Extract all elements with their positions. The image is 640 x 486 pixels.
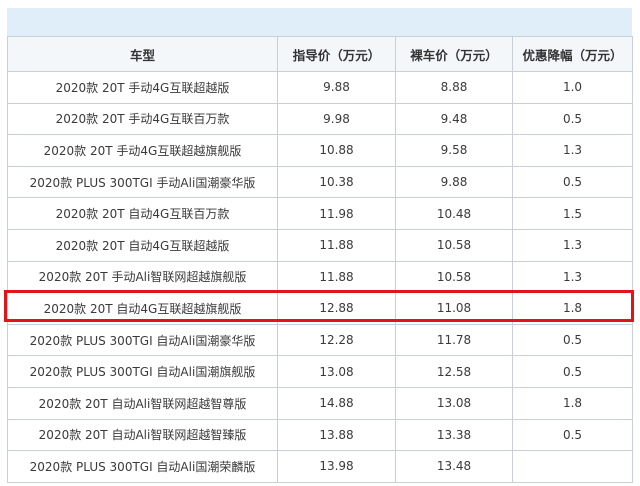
table-header-row: 车型 指导价（万元） 裸车价（万元） 优惠降幅（万元） — [7, 36, 633, 72]
cell-model: 2020款 PLUS 300TGI 自动Ali国潮豪华版 — [7, 323, 278, 357]
cell-guide-price: 11.88 — [277, 260, 396, 294]
table-row: 2020款 PLUS 300TGI 自动Ali国潮荣麟版 13.98 13.48 — [7, 450, 633, 483]
table-row: 2020款 20T 手动Ali智联网超越旗舰版 11.88 10.58 1.3 — [7, 260, 633, 294]
cell-guide-price: 11.98 — [277, 197, 396, 230]
cell-model: 2020款 20T 自动4G互联百万款 — [7, 197, 278, 230]
table-row: 2020款 PLUS 300TGI 自动Ali国潮旗舰版 13.08 12.58… — [7, 355, 633, 388]
cell-bare-price: 13.08 — [395, 386, 513, 420]
cell-bare-price: 9.58 — [395, 134, 513, 167]
cell-bare-price: 11.78 — [395, 323, 513, 357]
price-table-container: 车型 指导价（万元） 裸车价（万元） 优惠降幅（万元） 2020款 20T 手动… — [0, 0, 640, 486]
table-row-highlighted: 2020款 20T 自动4G互联超越旗舰版 12.88 11.08 1.8 — [7, 292, 633, 325]
cell-bare-price: 10.48 — [395, 197, 513, 230]
cell-model: 2020款 20T 自动Ali智联网超越智臻版 — [7, 418, 278, 452]
cell-guide-price: 12.88 — [277, 292, 396, 325]
cell-model: 2020款 20T 自动4G互联超越旗舰版 — [7, 292, 278, 325]
cell-guide-price: 12.28 — [277, 323, 396, 357]
cell-model: 2020款 20T 手动4G互联百万款 — [7, 102, 278, 136]
table-row: 2020款 PLUS 300TGI 自动Ali国潮豪华版 12.28 11.78… — [7, 323, 633, 357]
header-guide-price: 指导价（万元） — [277, 36, 396, 72]
table-row: 2020款 20T 自动Ali智联网超越智尊版 14.88 13.08 1.8 — [7, 386, 633, 420]
cell-bare-price: 10.58 — [395, 228, 513, 262]
cell-bare-price: 8.88 — [395, 71, 513, 104]
cell-model: 2020款 PLUS 300TGI 自动Ali国潮荣麟版 — [7, 450, 278, 483]
cell-guide-price: 9.88 — [277, 71, 396, 104]
cell-discount: 0.5 — [512, 102, 633, 136]
header-model: 车型 — [7, 36, 278, 72]
cell-discount: 0.5 — [512, 355, 633, 388]
cell-guide-price: 9.98 — [277, 102, 396, 136]
cell-guide-price: 10.88 — [277, 134, 396, 167]
cell-bare-price: 13.48 — [395, 450, 513, 483]
cell-guide-price: 10.38 — [277, 165, 396, 199]
cell-guide-price: 13.08 — [277, 355, 396, 388]
cell-discount: 0.5 — [512, 323, 633, 357]
table-row: 2020款 20T 自动4G互联百万款 11.98 10.48 1.5 — [7, 197, 633, 230]
cell-discount: 0.5 — [512, 418, 633, 452]
cell-discount: 1.3 — [512, 260, 633, 294]
table-row: 2020款 20T 手动4G互联超越版 9.88 8.88 1.0 — [7, 71, 633, 104]
cell-model: 2020款 20T 自动4G互联超越版 — [7, 228, 278, 262]
table-row: 2020款 20T 自动Ali智联网超越智臻版 13.88 13.38 0.5 — [7, 418, 633, 452]
cell-discount: 1.5 — [512, 197, 633, 230]
cell-bare-price: 13.38 — [395, 418, 513, 452]
cell-bare-price: 10.58 — [395, 260, 513, 294]
cell-guide-price: 11.88 — [277, 228, 396, 262]
table-row: 2020款 20T 手动4G互联超越旗舰版 10.88 9.58 1.3 — [7, 134, 633, 167]
header-bare-price: 裸车价（万元） — [395, 36, 513, 72]
cell-model: 2020款 PLUS 300TGI 手动Ali国潮豪华版 — [7, 165, 278, 199]
cell-discount: 1.3 — [512, 228, 633, 262]
cell-guide-price: 14.88 — [277, 386, 396, 420]
cell-discount — [512, 450, 633, 483]
cell-discount: 1.8 — [512, 292, 633, 325]
table-row: 2020款 20T 手动4G互联百万款 9.98 9.48 0.5 — [7, 102, 633, 136]
cell-model: 2020款 PLUS 300TGI 自动Ali国潮旗舰版 — [7, 355, 278, 388]
cell-discount: 1.3 — [512, 134, 633, 167]
table-top-band — [7, 8, 632, 36]
cell-discount: 1.0 — [512, 71, 633, 104]
cell-model: 2020款 20T 手动4G互联超越旗舰版 — [7, 134, 278, 167]
cell-bare-price: 9.88 — [395, 165, 513, 199]
cell-model: 2020款 20T 手动4G互联超越版 — [7, 71, 278, 104]
cell-bare-price: 9.48 — [395, 102, 513, 136]
cell-bare-price: 11.08 — [395, 292, 513, 325]
cell-model: 2020款 20T 手动Ali智联网超越旗舰版 — [7, 260, 278, 294]
cell-discount: 1.8 — [512, 386, 633, 420]
table-row: 2020款 20T 自动4G互联超越版 11.88 10.58 1.3 — [7, 228, 633, 262]
price-table: 车型 指导价（万元） 裸车价（万元） 优惠降幅（万元） 2020款 20T 手动… — [7, 36, 633, 483]
cell-guide-price: 13.88 — [277, 418, 396, 452]
cell-bare-price: 12.58 — [395, 355, 513, 388]
cell-guide-price: 13.98 — [277, 450, 396, 483]
header-discount: 优惠降幅（万元） — [512, 36, 633, 72]
table-row: 2020款 PLUS 300TGI 手动Ali国潮豪华版 10.38 9.88 … — [7, 165, 633, 199]
cell-model: 2020款 20T 自动Ali智联网超越智尊版 — [7, 386, 278, 420]
cell-discount: 0.5 — [512, 165, 633, 199]
